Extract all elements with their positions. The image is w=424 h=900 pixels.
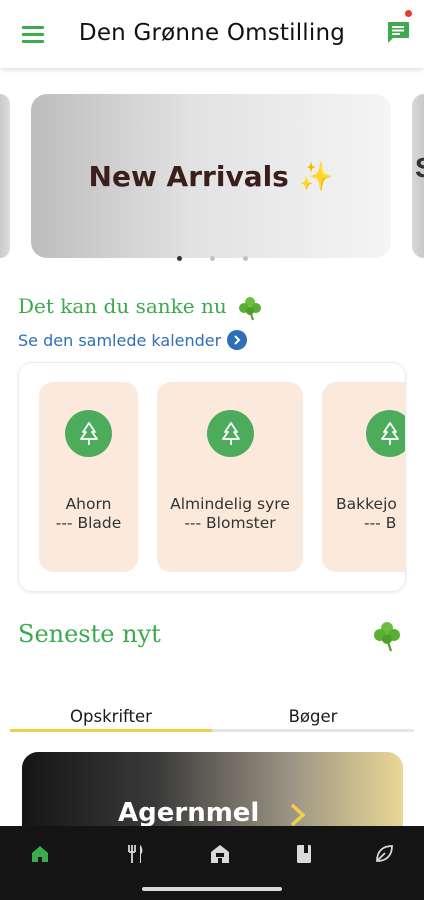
tree-icon: [207, 410, 254, 457]
system-navigation-bar: [0, 882, 424, 900]
home-icon[interactable]: [28, 842, 52, 866]
banner-carousel[interactable]: New Arrivals ✨ S: [0, 92, 424, 261]
carousel-dot[interactable]: [242, 256, 248, 261]
calendar-link-text: Se den samlede kalender: [18, 330, 222, 350]
clover-icon: [239, 296, 262, 320]
foraging-card-part: --- B: [364, 514, 397, 532]
notification-dot: [405, 10, 412, 17]
calendar-link[interactable]: Se den samlede kalender: [18, 330, 248, 350]
foraging-section-title: Det kan du sanke nu: [18, 294, 263, 321]
clover-icon: [374, 622, 400, 652]
foraging-card-name: Almindelig syre: [170, 495, 290, 513]
news-tabs: Opskrifter Bøger: [10, 700, 414, 732]
book-icon[interactable]: [292, 842, 316, 866]
leaf-icon[interactable]: [372, 842, 396, 866]
foraging-card[interactable]: Bakkejo --- B: [322, 382, 405, 572]
carousel-dot[interactable]: [209, 256, 215, 261]
fork-knife-icon[interactable]: [124, 842, 148, 866]
banner-slide[interactable]: New Arrivals ✨: [31, 94, 391, 258]
tab-opskrifter[interactable]: Opskrifter: [10, 700, 212, 732]
carousel-dot[interactable]: [176, 256, 182, 261]
foraging-cards[interactable]: Ahorn --- Blade Almindelig syre --- Blom…: [18, 362, 406, 592]
foraging-card-name: Bakkejo: [336, 495, 397, 513]
banner-prev-slide[interactable]: [0, 94, 10, 258]
tree-icon: [65, 410, 112, 457]
carousel-dots: [0, 248, 424, 266]
foraging-card-name: Ahorn: [65, 495, 112, 513]
chat-icon[interactable]: [384, 18, 412, 46]
foraging-card-part: --- Blomster: [184, 514, 276, 532]
chevron-right-icon: [290, 803, 306, 827]
foraging-card[interactable]: Almindelig syre --- Blomster: [157, 382, 303, 572]
arrow-right-icon: [227, 330, 248, 350]
tree-icon: [366, 410, 405, 457]
banner-title: New Arrivals ✨: [88, 160, 334, 193]
featured-recipe-title: Agernmel: [118, 798, 260, 828]
news-section-title: Seneste nyt: [18, 620, 161, 648]
store-icon[interactable]: [208, 842, 232, 866]
bottom-navigation: [0, 826, 424, 882]
foraging-card-part: --- Blade: [55, 514, 122, 532]
app-header: Den Grønne Omstilling: [0, 0, 424, 68]
foraging-title-text: Det kan du sanke nu: [18, 294, 227, 318]
banner-next-slide[interactable]: S: [412, 94, 424, 258]
tab-boger[interactable]: Bøger: [212, 700, 414, 732]
foraging-card[interactable]: Ahorn --- Blade: [39, 382, 138, 572]
gesture-handle[interactable]: [142, 887, 282, 891]
app-title: Den Grønne Omstilling: [78, 20, 346, 46]
